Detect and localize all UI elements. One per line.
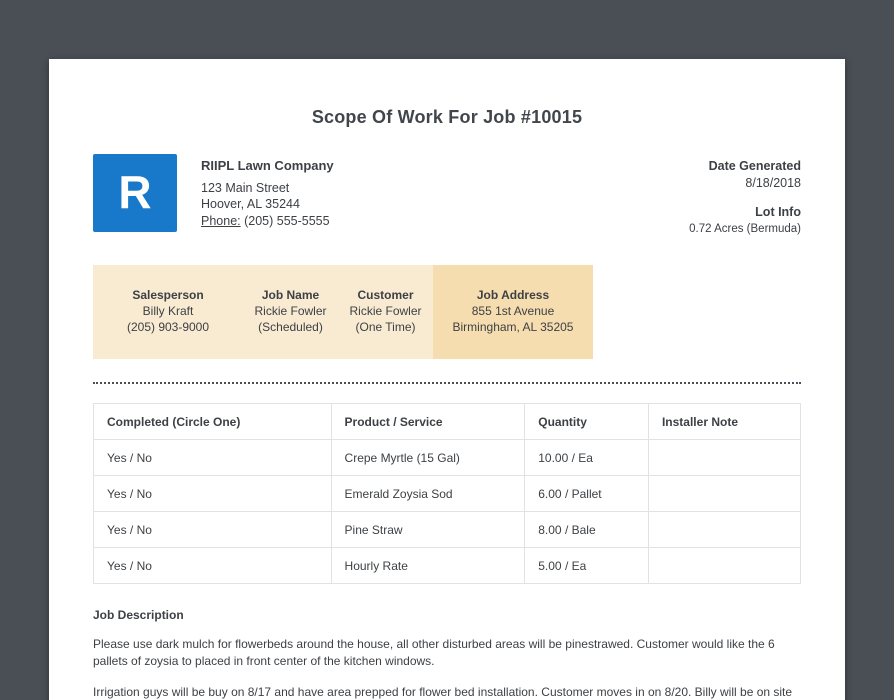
table-cell-quantity: 10.00 / Ea (524, 439, 649, 476)
work-items-table: Completed (Circle One) Product / Service… (93, 403, 802, 584)
table-cell-quantity: 8.00 / Bale (524, 511, 649, 548)
phone-label: Phone: (201, 213, 241, 228)
job-description-paragraph: Please use dark mulch for flowerbeds aro… (93, 637, 775, 668)
dotted-divider (93, 382, 801, 384)
table-cell-installer-note (647, 439, 802, 476)
company-logo-icon: R (93, 154, 177, 232)
page-title: Scope Of Work For Job #10015 (311, 107, 583, 127)
summary-cell-job-name: Job Name Rickie Fowler (Scheduled) (243, 265, 338, 359)
company-phone-line: Phone: (205) 555-5555 (201, 213, 334, 230)
company-block: R RIIPL Lawn Company 123 Main Street Hoo… (93, 154, 334, 237)
summary-cell-customer: Customer Rickie Fowler (One Time) (338, 265, 433, 359)
table-cell-completed: Yes / No (93, 475, 332, 512)
table-cell-product: Hourly Rate (330, 547, 526, 584)
meta-spacer (689, 191, 801, 204)
job-description-paragraph: Irrigation guys will be buy on 8/17 and … (93, 685, 793, 699)
company-address-line2: Hoover, AL 35244 (201, 197, 300, 211)
logo-letter: R (118, 166, 152, 218)
table-cell-quantity: 5.00 / Ea (524, 547, 649, 584)
summary-line2: (205) 903-9000 (126, 320, 210, 334)
meta-block: Date Generated 8/18/2018 Lot Info 0.72 A… (689, 154, 801, 237)
summary-cell-job-address: Job Address 855 1st Avenue Birmingham, A… (433, 265, 593, 359)
table-cell-completed: Yes / No (93, 511, 332, 548)
summary-label: Job Address (476, 288, 550, 302)
table-cell-installer-note (647, 547, 802, 584)
document-page: Scope Of Work For Job #10015 R RIIPL Law… (49, 59, 845, 700)
summary-line1: Rickie Fowler (349, 304, 422, 318)
table-row: Yes / No Emerald Zoysia Sod 6.00 / Palle… (93, 475, 802, 512)
table-row: Yes / No Crepe Myrtle (15 Gal) 10.00 / E… (93, 439, 802, 476)
summary-line1: Billy Kraft (142, 304, 194, 318)
lot-info-value: 0.72 Acres (Bermuda) (689, 222, 801, 235)
job-description-section: Job Description Please use dark mulch fo… (93, 608, 801, 700)
summary-label: Customer (357, 288, 414, 302)
table-header-row: Completed (Circle One) Product / Service… (93, 403, 802, 440)
table-header-completed: Completed (Circle One) (93, 403, 332, 440)
company-info: RIIPL Lawn Company 123 Main Street Hoove… (201, 154, 334, 237)
table-header-quantity: Quantity (524, 403, 649, 440)
table-header-product-service: Product / Service (330, 403, 526, 440)
table-cell-completed: Yes / No (93, 439, 332, 476)
date-generated-value: 8/18/2018 (745, 175, 801, 190)
table-row: Yes / No Hourly Rate 5.00 / Ea (93, 547, 802, 584)
phone-value: (205) 555-5555 (244, 213, 330, 228)
summary-line2: Birmingham, AL 35205 (452, 320, 574, 334)
document-header: R RIIPL Lawn Company 123 Main Street Hoo… (93, 154, 801, 237)
summary-line1: 855 1st Avenue (471, 304, 555, 318)
job-description-heading: Job Description (93, 608, 184, 622)
company-name: RIIPL Lawn Company (201, 158, 334, 173)
table-cell-product: Emerald Zoysia Sod (330, 475, 526, 512)
summary-line2: (One Time) (355, 320, 416, 334)
table-cell-installer-note (647, 511, 802, 548)
table-cell-installer-note (647, 475, 802, 512)
summary-cell-salesperson: Salesperson Billy Kraft (205) 903-9000 (93, 265, 243, 359)
summary-label: Job Name (261, 288, 320, 302)
table-cell-product: Pine Straw (330, 511, 526, 548)
table-cell-completed: Yes / No (93, 547, 332, 584)
date-generated-label: Date Generated (708, 159, 801, 173)
summary-line2: (Scheduled) (258, 320, 323, 334)
table-header-installer-note: Installer Note (647, 403, 802, 440)
table-row: Yes / No Pine Straw 8.00 / Bale (93, 511, 802, 548)
table-cell-quantity: 6.00 / Pallet (524, 475, 649, 512)
lot-info-label: Lot Info (755, 205, 801, 219)
company-address-line1: 123 Main Street (201, 180, 290, 195)
job-summary-banner: Salesperson Billy Kraft (205) 903-9000 J… (93, 265, 801, 359)
summary-line1: Rickie Fowler (254, 304, 327, 318)
table-cell-product: Crepe Myrtle (15 Gal) (330, 439, 526, 476)
summary-label: Salesperson (132, 288, 204, 302)
